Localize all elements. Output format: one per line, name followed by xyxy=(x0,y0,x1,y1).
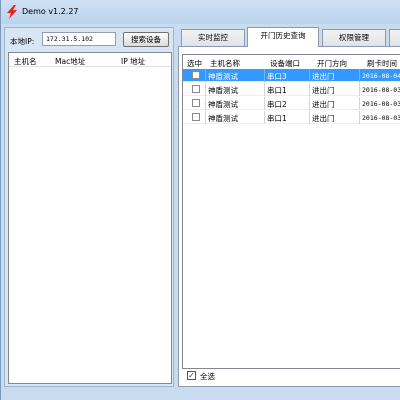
select-all-label: 全选 xyxy=(200,372,215,381)
table-row[interactable]: 神盾测试 串口1 进出门 2016-08-03 14 xyxy=(183,83,400,96)
cell-host: 神盾测试 xyxy=(208,86,238,95)
cell-time: 2016-08-03 14 xyxy=(362,114,400,122)
table-row[interactable]: 神盾测试 串口2 进出门 2016-08-03 14 xyxy=(183,97,400,110)
checkmark-icon[interactable]: ✓ xyxy=(187,371,196,380)
tab-realtime-monitor[interactable]: 实时监控 xyxy=(181,29,245,46)
cell-direction: 进出门 xyxy=(312,72,335,81)
cell-host: 神盾测试 xyxy=(208,72,238,81)
column-divider xyxy=(359,69,360,82)
column-divider xyxy=(309,69,310,82)
cell-host: 神盾测试 xyxy=(208,114,238,123)
cell-port: 串口2 xyxy=(267,100,287,109)
window-title: Demo v1.2.27 xyxy=(22,7,79,16)
column-divider xyxy=(205,69,206,82)
row-checkbox[interactable] xyxy=(192,71,200,79)
device-search-panel: 本地IP: 172.31.5.102 搜索设备 主机名 Mac地址 IP 地址 xyxy=(4,27,174,387)
cell-time: 2016-08-03 14 xyxy=(362,86,400,94)
column-divider xyxy=(205,97,206,110)
search-devices-button[interactable]: 搜索设备 xyxy=(123,32,169,47)
host-list-header: 主机名 Mac地址 IP 地址 xyxy=(9,53,171,67)
local-ip-input[interactable]: 172.31.5.102 xyxy=(42,32,116,46)
column-divider xyxy=(309,111,310,124)
column-divider xyxy=(309,83,310,96)
column-divider xyxy=(309,97,310,110)
grid-header: 选中 主机名称 设备端口 开门方向 刷卡时间 xyxy=(183,55,400,69)
row-checkbox[interactable] xyxy=(192,85,200,93)
row-checkbox[interactable] xyxy=(192,99,200,107)
cell-host: 神盾测试 xyxy=(208,100,238,109)
column-divider xyxy=(264,111,265,124)
column-divider xyxy=(264,69,265,82)
title-bar[interactable]: Demo v1.2.27 xyxy=(1,0,400,24)
cell-port: 串口1 xyxy=(267,114,287,123)
column-divider xyxy=(264,83,265,96)
tab-door-history[interactable]: 开门历史查询 xyxy=(247,27,319,47)
column-header-direction[interactable]: 开门方向 xyxy=(317,58,347,69)
tab-overflow[interactable] xyxy=(389,29,400,46)
window-bottom-border xyxy=(1,388,400,400)
column-divider xyxy=(359,83,360,96)
column-header-mac[interactable]: Mac地址 xyxy=(55,56,85,67)
local-ip-label: 本地IP: xyxy=(10,37,35,46)
lightning-bolt-icon xyxy=(7,5,17,19)
cell-time: 2016-08-04 09 xyxy=(362,72,400,80)
cell-port: 串口3 xyxy=(267,72,287,81)
column-divider xyxy=(359,97,360,110)
tab-permission-management[interactable]: 权限管理 xyxy=(322,29,386,46)
table-row[interactable]: 神盾测试 串口1 进出门 2016-08-03 14 xyxy=(183,111,400,124)
cell-time: 2016-08-03 14 xyxy=(362,100,400,108)
cell-port: 串口1 xyxy=(267,86,287,95)
column-header-swipe-time[interactable]: 刷卡时间 xyxy=(367,58,397,69)
cell-direction: 进出门 xyxy=(312,114,335,123)
row-checkbox[interactable] xyxy=(192,113,200,121)
cell-direction: 进出门 xyxy=(312,86,335,95)
column-header-hostname[interactable]: 主机名 xyxy=(14,56,37,67)
column-header-port[interactable]: 设备端口 xyxy=(270,58,300,69)
column-divider xyxy=(205,111,206,124)
column-divider xyxy=(359,111,360,124)
table-row[interactable]: 神盾测试 串口3 进出门 2016-08-04 09 xyxy=(183,69,400,82)
column-divider xyxy=(205,83,206,96)
main-tabs: 实时监控 开门历史查询 权限管理 xyxy=(179,27,400,47)
column-header-selected[interactable]: 选中 xyxy=(187,58,202,69)
host-list[interactable]: 主机名 Mac地址 IP 地址 xyxy=(8,52,172,384)
cell-direction: 进出门 xyxy=(312,100,335,109)
history-grid[interactable]: 选中 主机名称 设备端口 开门方向 刷卡时间 神盾测试 串口3 进出门 2016… xyxy=(182,54,400,369)
column-header-ip[interactable]: IP 地址 xyxy=(121,56,145,67)
column-header-hostname[interactable]: 主机名称 xyxy=(210,58,240,69)
door-history-panel: 选中 主机名称 设备端口 开门方向 刷卡时间 神盾测试 串口3 进出门 2016… xyxy=(178,46,400,387)
column-divider xyxy=(264,97,265,110)
app-window: Demo v1.2.27 本地IP: 172.31.5.102 搜索设备 主机名… xyxy=(0,0,400,400)
